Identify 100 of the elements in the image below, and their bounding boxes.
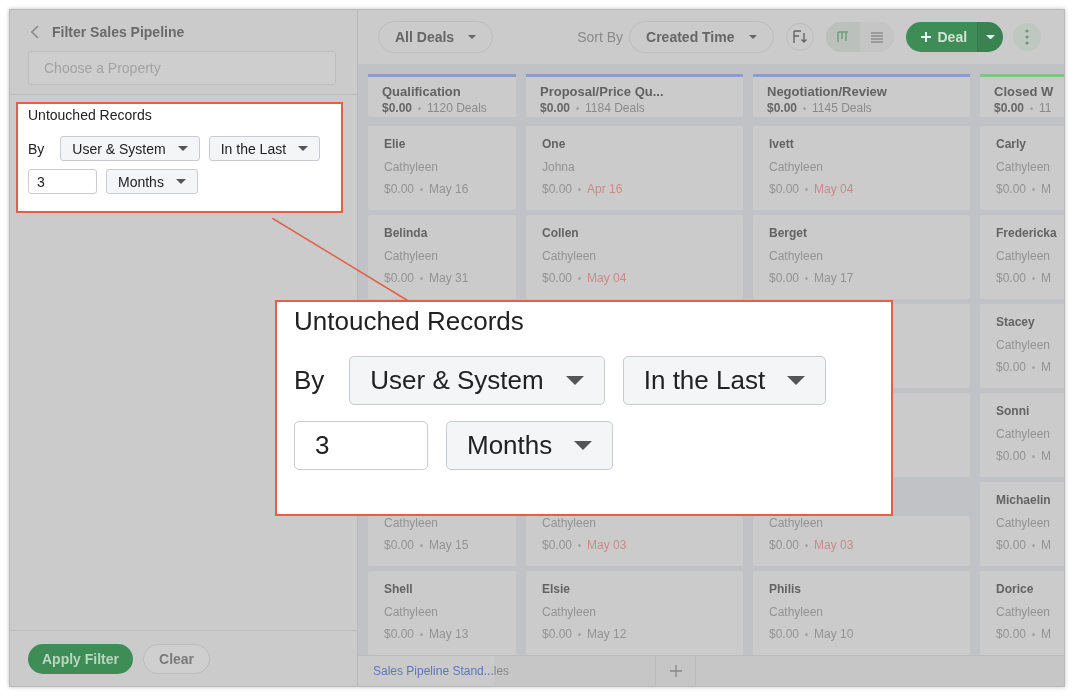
number-field[interactable]: 3: [294, 421, 428, 470]
dropdown[interactable]: In the Last: [208, 136, 321, 161]
closing-date: May 04: [587, 271, 627, 285]
deal-amount: $0.00: [769, 627, 800, 641]
deal-card[interactable]: Dorice Cathyleen $0.00 M: [980, 571, 1064, 655]
new-deal-button[interactable]: Deal: [905, 22, 978, 52]
deal-card[interactable]: Philis Cathyleen $0.00 May 10: [753, 571, 970, 655]
stage-amount: $0.00: [382, 101, 413, 115]
dropdown[interactable]: Months: [446, 421, 614, 470]
plus-icon: [919, 31, 932, 43]
deal-owner: Cathyleen: [384, 249, 440, 263]
more-icon: [1025, 29, 1030, 45]
stage-amount: $0.00: [767, 101, 798, 115]
closing-date: M: [1041, 449, 1052, 463]
number-field[interactable]: 3: [28, 169, 97, 194]
deal-owner: Cathyleen: [769, 605, 825, 619]
closing-date: May 13: [429, 627, 469, 641]
deal-name: Elsie: [542, 582, 572, 597]
deal-amount: $0.00: [384, 538, 415, 552]
stage-amount: $0.00: [540, 101, 571, 115]
closing-date: M: [1041, 538, 1052, 552]
caret-icon: [574, 441, 593, 450]
deal-owner: Cathyleen: [996, 338, 1052, 352]
deal-name: One: [542, 137, 567, 152]
closing-date: May 12: [587, 627, 627, 641]
deal-card[interactable]: Belinda Cathyleen $0.00 May 31: [368, 215, 516, 299]
view-mode-button[interactable]: [825, 22, 860, 52]
deal-card[interactable]: Shell Cathyleen $0.00 May 13: [368, 571, 516, 655]
deal-owner: Cathyleen: [996, 160, 1052, 174]
deal-amount: $0.00: [769, 271, 800, 285]
deal-amount: $0.00: [384, 271, 415, 285]
deal-card[interactable]: Collen Cathyleen $0.00 May 04: [526, 215, 743, 299]
deal-card[interactable]: Berget Cathyleen $0.00 May 17: [753, 215, 970, 299]
sort-order-button[interactable]: [785, 23, 814, 51]
deal-card[interactable]: Michaelin Cathyleen $0.00 M: [980, 482, 1064, 566]
more-button[interactable]: [1013, 23, 1042, 51]
deal-card[interactable]: Sonni Cathyleen $0.00 M: [980, 393, 1064, 477]
dropdown[interactable]: In the Last: [622, 356, 827, 405]
deal-name: Ivett: [769, 137, 795, 152]
closing-date: May 16: [429, 182, 469, 196]
deal-owner: Cathyleen: [769, 516, 825, 530]
caret-icon: [748, 35, 757, 39]
by-label: By: [28, 140, 45, 157]
sort-icon: [792, 30, 807, 44]
closing-date: M: [1041, 627, 1052, 641]
filter-label: Untouched Records: [28, 107, 153, 125]
deal-name: Michaelin: [996, 493, 1052, 508]
deal-card[interactable]: Elsie Cathyleen $0.00 May 12: [526, 571, 743, 655]
deal-amount: $0.00: [996, 182, 1027, 196]
deal-amount: $0.00: [996, 538, 1027, 552]
deal-card[interactable]: Elie Cathyleen $0.00 May 16: [368, 126, 516, 210]
deal-amount: $0.00: [542, 538, 573, 552]
deal-name: Stacey: [996, 315, 1036, 330]
deal-name: Philis: [769, 582, 802, 597]
panel-title: Filter Sales Pipeline: [52, 24, 185, 40]
caret-icon: [177, 146, 188, 151]
deal-card[interactable]: Cathyleen $0.00 May 03: [526, 516, 743, 566]
deal-amount: $0.00: [769, 538, 800, 552]
sort-label: Sort By: [577, 29, 624, 45]
stage-title: Qualification: [382, 84, 462, 99]
deal-owner: Cathyleen: [542, 249, 598, 263]
filter-label: Untouched Records: [294, 306, 525, 338]
deal-card[interactable]: Fredericka Cathyleen $0.00 M: [980, 215, 1064, 299]
closing-date: May 03: [814, 538, 854, 552]
stage-amount: $0.00: [994, 101, 1025, 115]
caret-icon: [298, 146, 309, 151]
view-tab[interactable]: Sales Pipeline Stand...: [358, 656, 494, 686]
deal-card[interactable]: One Johna $0.00 Apr 16: [526, 126, 743, 210]
deal-menu-button[interactable]: [977, 22, 1004, 52]
deal-amount: $0.00: [769, 182, 800, 196]
deal-owner: Cathyleen: [542, 605, 598, 619]
caret-icon: [787, 376, 806, 385]
stage-title: Proposal/Price Qu...: [540, 84, 665, 99]
closing-date: May 31: [429, 271, 469, 285]
closing-date: M: [1041, 360, 1052, 374]
dropdown[interactable]: User & System: [349, 356, 605, 405]
deal-count: 11: [1039, 101, 1052, 115]
closing-date: May 10: [814, 627, 854, 641]
deal-name: Collen: [542, 226, 580, 241]
closing-date: May 03: [587, 538, 627, 552]
deal-card[interactable]: Carly Cathyleen $0.00 M: [980, 126, 1064, 210]
deal-amount: $0.00: [384, 627, 415, 641]
deal-card[interactable]: Ivett Cathyleen $0.00 May 04: [753, 126, 970, 210]
deal-owner: Cathyleen: [769, 160, 825, 174]
dropdown[interactable]: Months: [106, 169, 198, 194]
apply-filter-button[interactable]: Apply Filter: [28, 643, 133, 674]
sort-dropdown[interactable]: Created Time: [629, 21, 774, 53]
deal-owner: Cathyleen: [769, 249, 825, 263]
deal-card[interactable]: Cathyleen $0.00 May 15: [368, 516, 516, 566]
deal-owner: Cathyleen: [384, 605, 440, 619]
dropdown[interactable]: User & System: [60, 136, 200, 161]
deal-owner: Johna: [542, 160, 576, 174]
list-icon: [869, 30, 884, 44]
deal-owner: Cathyleen: [384, 160, 440, 174]
deal-name: Dorice: [996, 582, 1035, 597]
view-dropdown[interactable]: All Deals: [378, 21, 494, 53]
deal-card[interactable]: Stacey Cathyleen $0.00 M: [980, 304, 1064, 388]
deal-name: Shell: [384, 582, 414, 597]
deal-card[interactable]: Cathyleen $0.00 May 03: [753, 516, 970, 566]
clear-button[interactable]: Clear: [143, 643, 211, 674]
